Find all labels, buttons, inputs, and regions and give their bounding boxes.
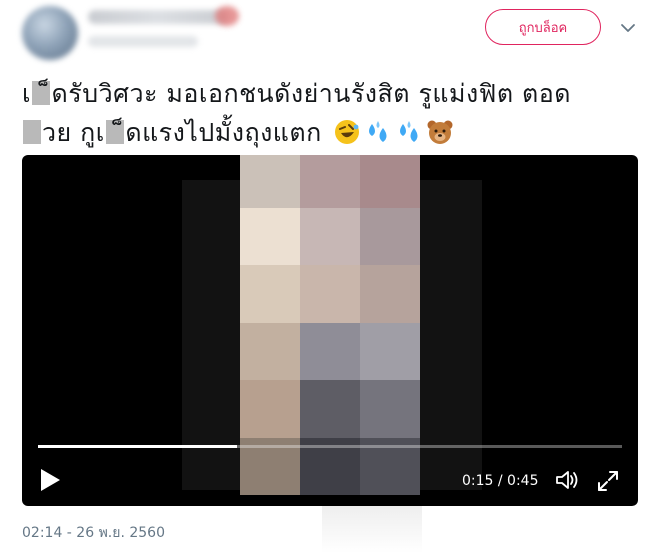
mosaic-tile: [240, 380, 300, 438]
display-name-blurred[interactable]: [88, 10, 228, 24]
sweat-droplets-icon: [369, 121, 387, 142]
mosaic-tile: [300, 155, 360, 208]
tweet-timestamp[interactable]: 02:14 - 26 พ.ย. 2560: [22, 522, 165, 544]
mosaic-tile: [360, 380, 420, 438]
mosaic-tile: [360, 207, 420, 265]
bear-face-icon: [427, 120, 453, 144]
pixelated-video-content: [240, 155, 420, 495]
video-player[interactable]: 0:15 / 0:45: [22, 155, 638, 506]
seek-bar[interactable]: [38, 445, 622, 448]
mosaic-tile: [300, 380, 360, 438]
mosaic-tile: [240, 207, 300, 265]
mosaic-tile: [360, 265, 420, 323]
mosaic-tile: [300, 265, 360, 323]
tweet-text-fragment: ็ดแรงไปมั้งถุงแตก: [124, 118, 322, 147]
video-time: 0:15 / 0:45: [462, 473, 539, 489]
tweet-text: เ็ดรับวิศวะ มอเอกชนดังย่านรังสิต รูแม่งฟ…: [22, 74, 652, 152]
mosaic-tile: [360, 155, 420, 208]
censor-block: [105, 120, 124, 144]
mosaic-tile: [240, 322, 300, 380]
chevron-down-icon[interactable]: [619, 19, 637, 37]
tweet-text-fragment: วย กูเ: [42, 118, 105, 147]
mosaic-tile: [300, 322, 360, 380]
sweat-droplets-icon: [400, 121, 418, 142]
censor-block: [32, 81, 51, 105]
blocked-button[interactable]: ถูกบล็อค: [485, 9, 601, 45]
tweet-text-fragment: ็ดรับวิศวะ มอเอกชนดังย่านรังสิต รูแม่งฟิ…: [51, 79, 572, 108]
mosaic-tile: [240, 155, 300, 208]
mosaic-tile: [240, 265, 300, 323]
mosaic-tile: [300, 207, 360, 265]
tweet-text-fragment: เ: [22, 79, 32, 108]
tweet-line-2: วย กูเ็ดแรงไปมั้งถุงแตก: [22, 113, 652, 152]
seek-bar-progress: [38, 445, 237, 448]
username-blurred[interactable]: [88, 36, 198, 47]
volume-icon[interactable]: [554, 467, 580, 493]
rolling-on-floor-laughing-icon: [335, 120, 360, 144]
video-frame: [232, 155, 432, 495]
name-badge-blurred: [215, 6, 239, 26]
user-avatar[interactable]: [22, 6, 78, 60]
fullscreen-icon[interactable]: [596, 469, 620, 493]
video-frame-overflow: [322, 506, 422, 553]
tweet-line-1: เ็ดรับวิศวะ มอเอกชนดังย่านรังสิต รูแม่งฟ…: [22, 74, 652, 113]
play-icon[interactable]: [38, 467, 62, 493]
censor-block: [23, 120, 41, 144]
mosaic-tile: [360, 322, 420, 380]
